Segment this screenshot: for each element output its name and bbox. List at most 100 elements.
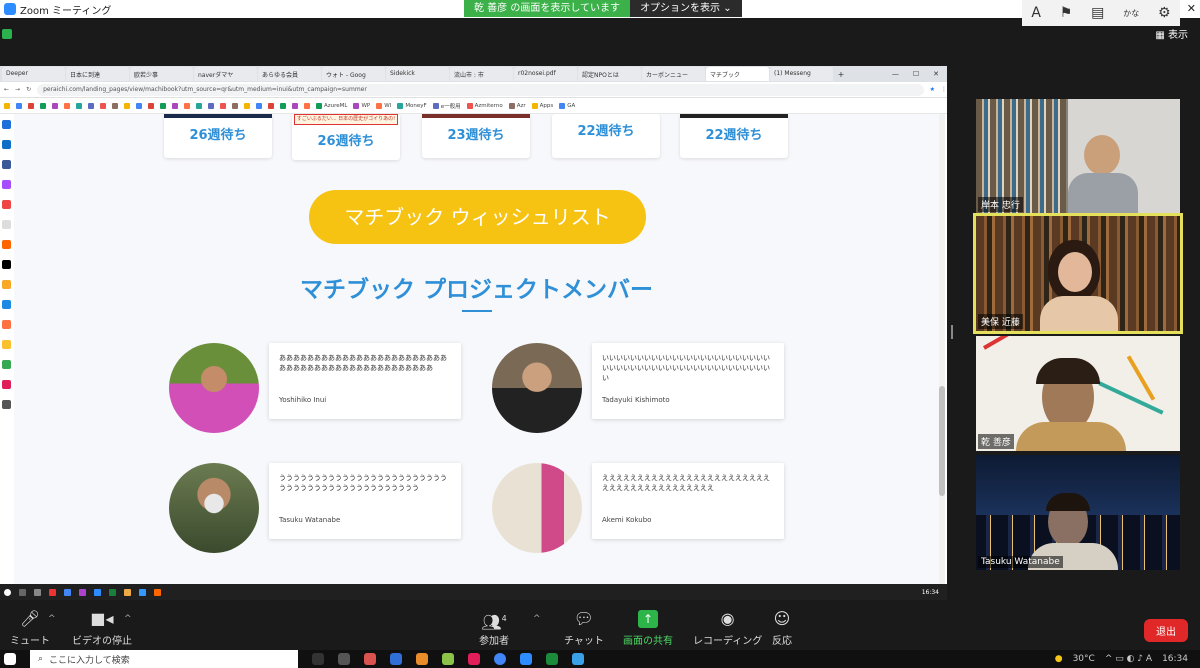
bookmark-icon[interactable]	[76, 102, 82, 109]
bookmark-icon[interactable]	[28, 102, 34, 109]
app-icon[interactable]	[1, 220, 11, 229]
bookmark-item[interactable]: WI	[376, 102, 391, 109]
scrollbar-thumb[interactable]	[939, 386, 945, 496]
bookmark-icon[interactable]	[292, 102, 298, 109]
bookmark-item[interactable]: GA	[559, 102, 575, 109]
browser-tab[interactable]: あらゆる会員	[258, 67, 321, 81]
bookmark-icon[interactable]	[196, 102, 202, 109]
zoom-icon[interactable]	[520, 653, 532, 665]
wishlist-button[interactable]: マチブック ウィッシュリスト	[309, 190, 646, 244]
bookmark-icon[interactable]	[40, 102, 46, 109]
audio-options-caret[interactable]: ^	[48, 614, 56, 624]
task-view-icon[interactable]	[338, 653, 350, 665]
browser-tab[interactable]: Deeper	[2, 67, 65, 81]
bookmark-icon[interactable]	[64, 102, 70, 109]
bookmark-icon[interactable]	[4, 102, 10, 109]
hubspot-icon[interactable]	[1, 320, 11, 329]
url-input[interactable]: peraichi.com/landing_pages/view/machiboo…	[37, 83, 924, 96]
forward-icon[interactable]: →	[15, 86, 20, 93]
browser-tab[interactable]: マチブック	[706, 67, 769, 81]
browser-tab[interactable]: (1) Messeng	[770, 67, 833, 81]
bookmark-icon[interactable]	[232, 102, 238, 109]
bookmark-icon[interactable]	[256, 102, 262, 109]
text-icon[interactable]: A	[1031, 5, 1041, 21]
app-icon[interactable]	[1, 120, 11, 129]
start-icon[interactable]	[4, 588, 11, 596]
new-tab-button[interactable]: +	[834, 70, 848, 79]
slack-icon[interactable]	[468, 653, 480, 665]
browser-tab[interactable]: ウォト - Goog	[322, 67, 385, 81]
app-icon[interactable]	[1, 300, 11, 309]
bookmark-icon[interactable]	[88, 102, 94, 109]
view-options-button[interactable]: オプションを表示 ⌄	[630, 0, 742, 17]
bookmark-icon[interactable]	[16, 102, 22, 109]
browser-tab[interactable]: r02nosei.pdf	[514, 67, 577, 81]
extensions-icon[interactable]: ⋮	[941, 86, 947, 93]
bookmark-item[interactable]: Azr	[508, 102, 526, 109]
chat-button[interactable]: 💬︎ チャット	[564, 610, 604, 648]
notion-icon[interactable]	[1, 260, 11, 269]
bookmark-icon[interactable]	[244, 102, 250, 109]
participant-video[interactable]: 乾 善彦	[976, 336, 1180, 451]
participant-video[interactable]: 岸本 忠行	[976, 99, 1180, 214]
stamp-icon[interactable]: ⚑	[1060, 5, 1073, 21]
scrollbar[interactable]	[939, 114, 945, 584]
bookmark-icon[interactable]	[184, 102, 190, 109]
search-button-icon[interactable]	[312, 653, 324, 665]
bookmark-icon[interactable]	[148, 102, 154, 109]
participant-video-active[interactable]: 美保 近藤	[973, 213, 1183, 334]
bookmark-icon[interactable]	[160, 102, 166, 109]
bookmark-item[interactable]: e一般用	[432, 102, 461, 110]
drive-icon[interactable]	[1, 360, 11, 369]
record-button[interactable]: ◉ レコーディング	[693, 610, 762, 648]
bookmark-item[interactable]: AzureML	[316, 102, 347, 109]
mute-button[interactable]: 🎤︎ ミュート	[10, 610, 50, 648]
facebook-icon[interactable]	[1, 160, 11, 169]
participants-options-caret[interactable]: ^	[533, 614, 541, 624]
browser-tab[interactable]: 流山市 : 市	[450, 67, 513, 81]
app-icon[interactable]	[1, 200, 11, 209]
tray-icons[interactable]: ^ ▭ ◐ ♪ A	[1105, 654, 1152, 664]
app-icon[interactable]	[1, 340, 11, 349]
windows-start-icon[interactable]	[4, 653, 16, 665]
bookmark-item[interactable]: MoneyF	[397, 102, 427, 109]
browser-tab[interactable]: Sidekick	[386, 67, 449, 81]
participant-video[interactable]: Tasuku Watanabe	[976, 455, 1180, 570]
bookmark-icon[interactable]	[172, 102, 178, 109]
bookmark-icon[interactable]	[100, 102, 106, 109]
leave-button[interactable]: 退出	[1144, 619, 1188, 642]
bookmark-item[interactable]: Azmiterno	[466, 102, 503, 109]
app-icon[interactable]	[1, 240, 11, 249]
app-icon[interactable]	[1, 400, 11, 409]
notes-icon[interactable]: ▤	[1091, 5, 1104, 21]
bookmark-item[interactable]: Apps	[531, 102, 553, 109]
reactions-button[interactable]: ☺ 反応	[772, 610, 792, 648]
bookmark-icon[interactable]	[124, 102, 130, 109]
app-icon[interactable]	[1, 280, 11, 289]
video-options-caret[interactable]: ^	[124, 614, 132, 624]
taskbar-search-input[interactable]: ⌕ ここに入力して検索	[30, 650, 298, 668]
participants-button[interactable]: 👥︎4 参加者	[479, 610, 509, 647]
browser-tab[interactable]: 日本に到達	[66, 67, 129, 81]
bookmark-icon[interactable]	[136, 102, 142, 109]
messenger-icon[interactable]	[1, 180, 11, 189]
share-screen-button[interactable]: ↑ 画面の共有	[623, 610, 673, 647]
bookmark-icon[interactable]	[304, 102, 310, 109]
browser-tab[interactable]: 認定NPOとは	[578, 67, 641, 81]
reload-icon[interactable]: ↻	[26, 86, 31, 93]
gear-icon[interactable]: ⚙	[1158, 5, 1171, 21]
panel-resize-handle[interactable]	[951, 325, 953, 339]
bookmark-icon[interactable]	[268, 102, 274, 109]
slack-icon[interactable]	[1, 380, 11, 389]
view-button[interactable]: ▦ 表示	[1155, 26, 1188, 41]
chrome-icon[interactable]	[494, 653, 506, 665]
bookmark-star-icon[interactable]: ★	[930, 86, 935, 93]
bookmark-icon[interactable]	[112, 102, 118, 109]
bookmark-item[interactable]: WP	[353, 102, 370, 109]
close-icon[interactable]: ✕	[1187, 0, 1196, 18]
browser-tab[interactable]: カーボンニュー	[642, 67, 705, 81]
bookmark-icon[interactable]	[52, 102, 58, 109]
bookmark-icon[interactable]	[280, 102, 286, 109]
kana-icon[interactable]: かな	[1123, 8, 1139, 19]
bookmark-icon[interactable]	[208, 102, 214, 109]
